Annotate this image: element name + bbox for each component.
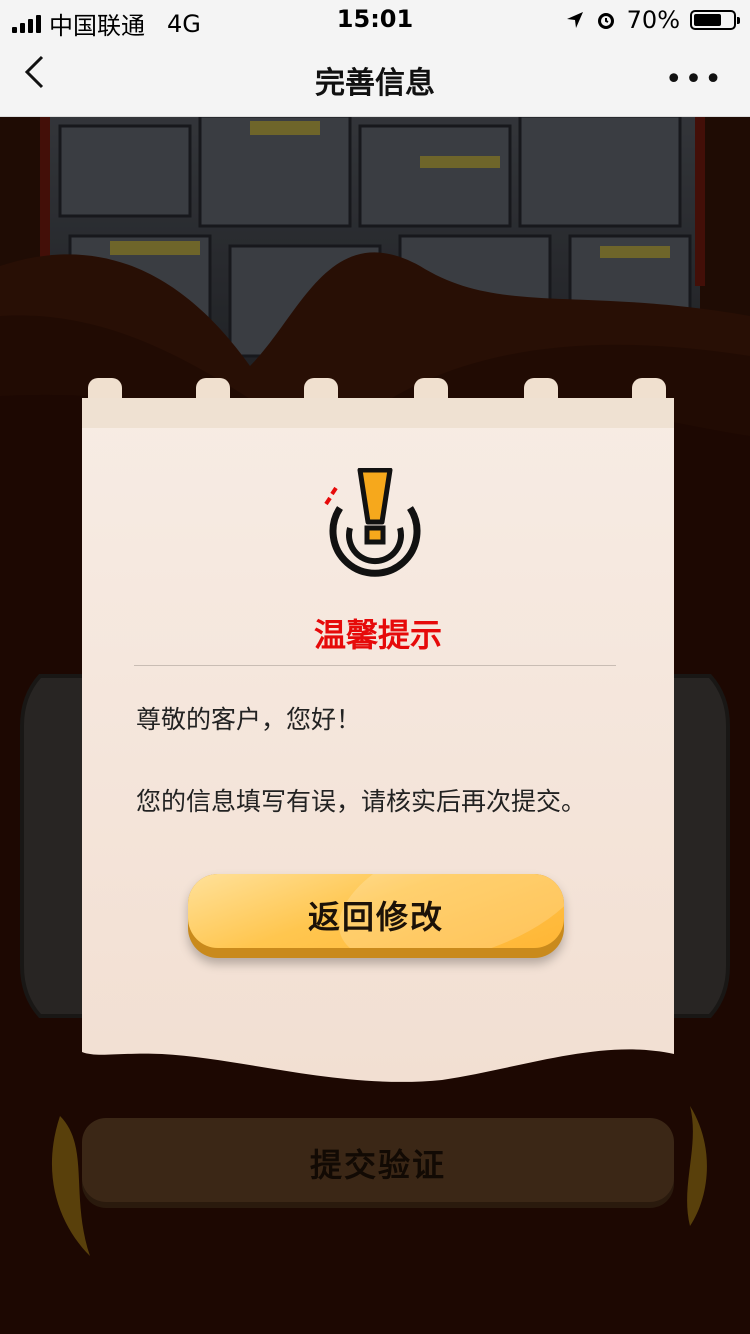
status-right: 70% <box>565 6 740 34</box>
location-icon <box>566 12 583 28</box>
greeting-text: 尊敬的客户，您好！ <box>136 705 362 734</box>
status-bar: 中国联通 4G 15:01 70% <box>0 0 750 40</box>
return-edit-button[interactable]: 返回修改 <box>188 874 564 958</box>
battery-icon <box>690 10 740 30</box>
submit-verify-button[interactable]: 提交验证 <box>82 1118 674 1202</box>
warning-icon <box>324 468 421 577</box>
dialog-title: 温馨提示 <box>313 616 442 654</box>
more-button[interactable]: ••• <box>665 62 724 97</box>
title-divider <box>134 665 616 666</box>
alarm-icon <box>597 13 614 29</box>
nav-bar: 完善信息 ••• <box>0 40 750 117</box>
more-dots-icon: ••• <box>664 62 724 97</box>
return-edit-face: 返回修改 <box>188 874 564 948</box>
battery-percent: 70% <box>626 6 680 34</box>
error-message: 您的信息填写有误，请核实后再次提交。 <box>136 787 587 816</box>
return-edit-label: 返回修改 <box>307 898 444 936</box>
submit-verify-label: 提交验证 <box>309 1146 446 1184</box>
page-title: 完善信息 <box>315 66 435 101</box>
